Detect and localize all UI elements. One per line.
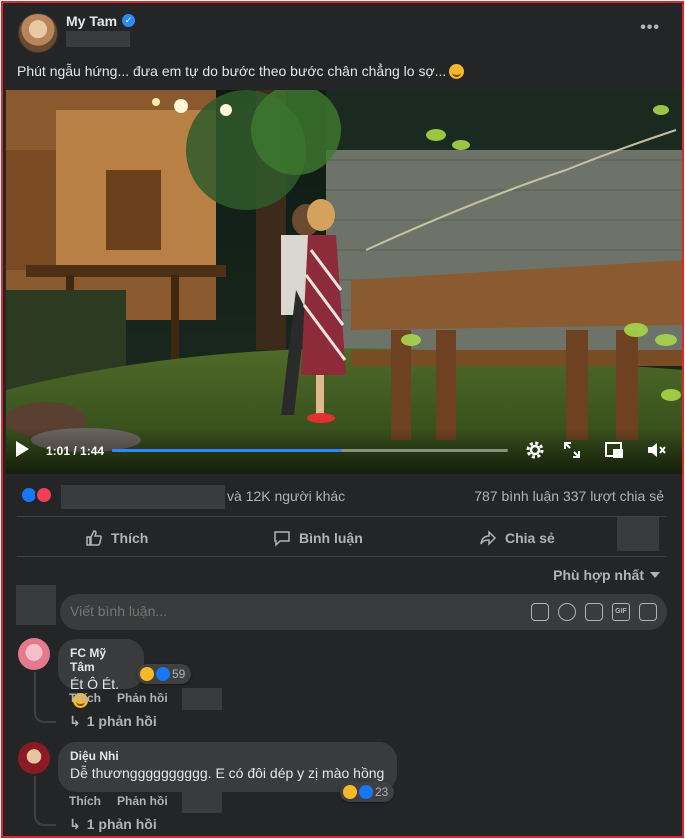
current-user-avatar-redacted — [16, 585, 56, 625]
author-avatar[interactable] — [18, 13, 58, 53]
post-date-redacted — [66, 31, 130, 47]
comment-time-redacted — [182, 688, 222, 710]
reply-thread-line — [34, 672, 56, 723]
video-time: 1:01 / 1:44 — [46, 444, 105, 458]
like-label: Thích — [111, 530, 149, 546]
comment-author[interactable]: Diệu Nhi — [70, 749, 385, 763]
reaction-icons[interactable] — [20, 486, 60, 504]
comment-actions: Thích Phản hồi — [69, 794, 168, 808]
smile-emoji-icon — [449, 64, 465, 79]
picture-in-picture-icon[interactable] — [604, 440, 624, 460]
comment-sort-dropdown[interactable]: Phù hợp nhất — [553, 567, 660, 583]
share-as-avatar-redacted[interactable] — [617, 517, 659, 551]
comment-time-redacted — [182, 791, 222, 813]
share-label: Chia sẻ — [505, 530, 555, 546]
comment-like-link[interactable]: Thích — [69, 691, 101, 705]
comment-actions: Thích Phản hồi — [69, 691, 168, 705]
comment-reaction-count[interactable]: 23 — [340, 782, 395, 802]
comment-text: Dễ thươngggggggggg. E có đôi dép y zị mà… — [70, 765, 385, 781]
video-player[interactable]: 1:01 / 1:44 — [6, 90, 682, 474]
comment-reaction-count[interactable]: 59 — [137, 664, 192, 684]
sort-label: Phù hợp nhất — [553, 567, 644, 583]
gif-icon[interactable]: GIF — [612, 603, 630, 621]
view-replies-link[interactable]: ↳ 1 phản hồi — [69, 816, 157, 833]
sticker-icon[interactable] — [639, 603, 657, 621]
play-icon[interactable] — [16, 441, 29, 457]
comment-like-link[interactable]: Thích — [69, 794, 101, 808]
view-replies-link[interactable]: ↳ 1 phản hồi — [69, 713, 157, 730]
reply-arrow-icon: ↳ — [69, 816, 81, 832]
video-frame — [6, 90, 682, 474]
camera-icon[interactable] — [585, 603, 603, 621]
fullscreen-icon[interactable] — [562, 440, 582, 460]
comment-text-content: Ét Ô Ét. — [70, 676, 120, 692]
video-progress-fill — [112, 449, 342, 452]
haha-reaction-icon — [140, 667, 154, 681]
post-caption: Phút ngẫu hứng... đưa em tự do bước theo… — [17, 63, 465, 79]
haha-reaction-icon — [343, 785, 357, 799]
video-progress-bar[interactable] — [112, 449, 508, 452]
comment-input[interactable] — [70, 603, 370, 619]
author-name[interactable]: My Tam — [66, 13, 117, 29]
reactor-names-redacted — [61, 485, 225, 509]
comment-share-counts[interactable]: 787 bình luận 337 lượt chia sẻ — [474, 488, 664, 504]
comment-reply-link[interactable]: Phản hồi — [117, 691, 168, 705]
reply-arrow-icon: ↳ — [69, 713, 81, 729]
post-frame: My Tam ✓ ••• Phút ngẫu hứng... đưa em tự… — [1, 1, 684, 838]
comment-author[interactable]: FC Mỹ Tâm — [70, 646, 132, 674]
share-button[interactable]: Chia sẻ — [479, 528, 555, 548]
replies-count: 1 phản hồi — [86, 816, 157, 832]
comment-composer[interactable]: GIF — [60, 594, 667, 630]
composer-icons: GIF — [531, 603, 657, 621]
caption-text: Phút ngẫu hứng... đưa em tự do bước theo… — [17, 63, 447, 79]
like-reaction-icon — [359, 785, 373, 799]
divider-top — [17, 516, 666, 517]
like-reaction-icon — [156, 667, 170, 681]
reply-thread-line — [34, 776, 56, 826]
emoji-icon[interactable] — [558, 603, 576, 621]
comment-label: Bình luận — [299, 530, 363, 546]
reaction-count: 23 — [375, 785, 389, 799]
verified-badge-icon: ✓ — [122, 14, 135, 27]
comment-button[interactable]: Bình luận — [273, 528, 363, 548]
reaction-count: 59 — [172, 667, 186, 681]
thumbs-up-icon — [86, 530, 102, 546]
settings-gear-icon[interactable] — [525, 440, 545, 460]
comment-reply-link[interactable]: Phản hồi — [117, 794, 168, 808]
caret-down-icon — [650, 572, 660, 578]
share-arrow-icon — [480, 530, 497, 546]
comment-avatar-fc-my-tam[interactable] — [18, 638, 50, 670]
mute-speaker-icon[interactable] — [646, 440, 666, 460]
comment-bubble-icon — [274, 531, 290, 547]
avatar-sticker-icon[interactable] — [531, 603, 549, 621]
reaction-others-text[interactable]: và 12K người khác — [227, 488, 345, 504]
comment-bubble: FC Mỹ Tâm Ét Ô Ét. — [58, 639, 144, 708]
more-options-button[interactable]: ••• — [640, 19, 660, 37]
like-button[interactable]: Thích — [85, 528, 148, 548]
comment-avatar-dieu-nhi[interactable] — [18, 742, 50, 774]
divider-bottom — [17, 556, 666, 557]
love-reaction-icon — [35, 486, 53, 504]
replies-count: 1 phản hồi — [86, 713, 157, 729]
